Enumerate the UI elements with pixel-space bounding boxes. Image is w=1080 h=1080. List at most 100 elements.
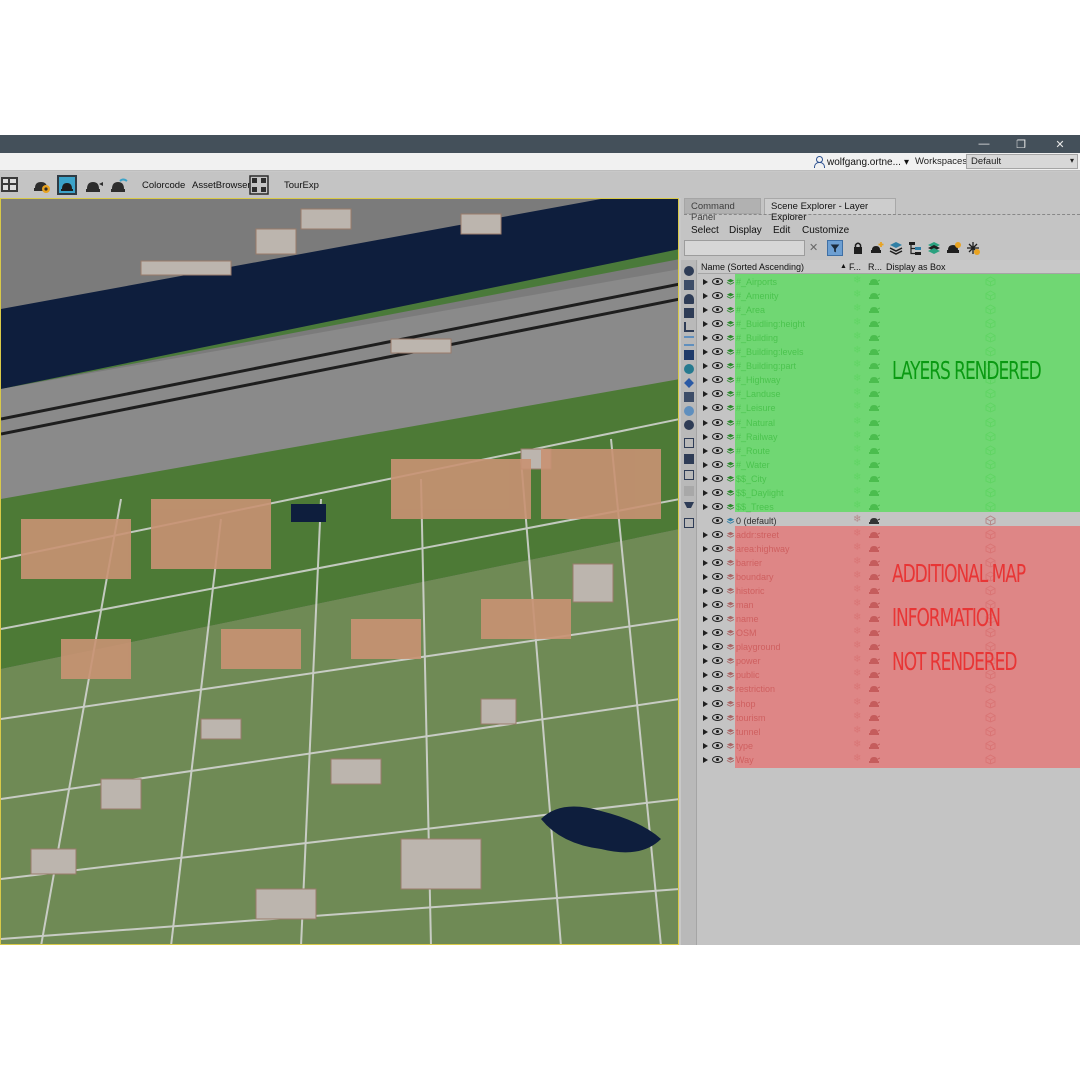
visibility-eye-icon[interactable]: [712, 404, 723, 412]
visibility-eye-icon[interactable]: [712, 530, 723, 538]
visibility-eye-icon[interactable]: [712, 671, 723, 679]
visibility-eye-icon[interactable]: [712, 615, 723, 623]
visibility-eye-icon[interactable]: [712, 727, 723, 735]
visibility-eye-icon[interactable]: [712, 713, 723, 721]
user-account-menu[interactable]: wolfgang.ortne... ▾: [813, 154, 909, 170]
expand-arrow-icon[interactable]: [703, 503, 708, 510]
expand-arrow-icon[interactable]: [703, 644, 708, 651]
expand-arrow-icon[interactable]: [703, 475, 708, 482]
render-frame-icon[interactable]: [0, 175, 20, 195]
visibility-eye-icon[interactable]: [712, 320, 723, 328]
layer-stack-icon[interactable]: [926, 240, 942, 256]
visibility-eye-icon[interactable]: [712, 306, 723, 314]
filter-icon[interactable]: [827, 240, 843, 256]
visibility-eye-icon[interactable]: [712, 446, 723, 454]
visibility-eye-icon[interactable]: [712, 544, 723, 552]
expand-arrow-icon[interactable]: [703, 279, 708, 285]
invert-filter-icon[interactable]: [684, 470, 694, 480]
expand-arrow-icon[interactable]: [703, 630, 708, 637]
layers-icon[interactable]: [888, 240, 904, 256]
expand-arrow-icon[interactable]: [703, 419, 708, 426]
rendered-frame-window-icon[interactable]: [57, 175, 77, 195]
expand-arrow-icon[interactable]: [703, 293, 708, 300]
expand-arrow-icon[interactable]: [703, 700, 708, 707]
visibility-eye-icon[interactable]: [712, 741, 723, 749]
close-button[interactable]: ✕: [1042, 135, 1078, 153]
visibility-eye-icon[interactable]: [712, 573, 723, 581]
freeze-icon[interactable]: [965, 240, 981, 256]
tab-command-panel[interactable]: Command Panel: [684, 198, 761, 223]
visibility-eye-icon[interactable]: [712, 587, 723, 595]
selection-set-icon[interactable]: [684, 518, 694, 528]
expand-arrow-icon[interactable]: [703, 335, 708, 342]
expand-arrow-icon[interactable]: [703, 349, 708, 356]
visibility-eye-icon[interactable]: [712, 292, 723, 300]
visibility-eye-icon[interactable]: [712, 348, 723, 356]
render-setup-icon[interactable]: [32, 175, 52, 195]
visibility-eye-icon[interactable]: [712, 629, 723, 637]
none-filter-icon[interactable]: [684, 454, 694, 464]
freeze-icon[interactable]: ❄: [853, 514, 861, 525]
expand-arrow-icon[interactable]: [703, 447, 708, 454]
visibility-eye-icon[interactable]: [712, 685, 723, 693]
column-freeze[interactable]: F...: [849, 262, 861, 272]
visibility-eye-icon[interactable]: [712, 657, 723, 665]
visibility-eye-icon[interactable]: [712, 699, 723, 707]
search-input[interactable]: [684, 240, 805, 256]
expand-arrow-icon[interactable]: [703, 588, 708, 595]
expand-arrow-icon[interactable]: [703, 714, 708, 721]
hidden-filter-icon[interactable]: [684, 420, 694, 430]
expand-arrow-icon[interactable]: [703, 560, 708, 566]
container-filter-icon[interactable]: [684, 392, 694, 402]
visibility-eye-icon[interactable]: [712, 334, 723, 342]
render-teapot-icon[interactable]: [868, 515, 880, 526]
expand-arrow-icon[interactable]: [703, 742, 708, 749]
helper-filter-icon[interactable]: [684, 322, 694, 332]
add-layer-icon[interactable]: [869, 240, 885, 256]
expand-arrow-icon[interactable]: [703, 658, 708, 665]
visibility-eye-icon[interactable]: [712, 516, 723, 524]
spacewarp-filter-icon[interactable]: [684, 336, 694, 346]
all-filter-icon[interactable]: [684, 438, 694, 448]
3d-viewport[interactable]: [0, 198, 679, 945]
expand-arrow-icon[interactable]: [703, 307, 708, 314]
close-icon[interactable]: ✕: [809, 241, 818, 254]
expand-arrow-icon[interactable]: [703, 405, 708, 412]
filter-icon[interactable]: [684, 502, 694, 512]
light-filter-icon[interactable]: [684, 294, 694, 304]
camera-filter-icon[interactable]: [684, 308, 694, 318]
group-filter-icon[interactable]: [684, 350, 694, 360]
column-display-as-box[interactable]: Display as Box: [886, 262, 946, 272]
render-production-icon[interactable]: [84, 175, 104, 195]
expand-arrow-icon[interactable]: [703, 433, 708, 440]
expand-arrow-icon[interactable]: [703, 672, 708, 679]
shape-filter-icon[interactable]: [684, 280, 694, 290]
expand-arrow-icon[interactable]: [703, 616, 708, 623]
expand-arrow-icon[interactable]: [703, 377, 708, 384]
expand-arrow-icon[interactable]: [703, 574, 708, 581]
xref-filter-icon[interactable]: [684, 364, 694, 374]
tab-scene-explorer[interactable]: Scene Explorer - Layer Explorer: [764, 198, 896, 223]
expand-arrow-icon[interactable]: [703, 756, 708, 763]
visibility-eye-icon[interactable]: [712, 390, 723, 398]
grid-tool-icon[interactable]: [249, 175, 269, 195]
tour-exp-button[interactable]: TourExp: [284, 180, 319, 191]
expand-arrow-icon[interactable]: [703, 489, 708, 496]
visibility-eye-icon[interactable]: [712, 278, 723, 285]
visibility-eye-icon[interactable]: [712, 474, 723, 482]
menu-edit[interactable]: Edit: [773, 225, 790, 236]
menu-display[interactable]: Display: [729, 225, 762, 236]
minimize-button[interactable]: —: [966, 135, 1002, 153]
expand-arrow-icon[interactable]: [703, 391, 708, 398]
expand-arrow-icon[interactable]: [703, 363, 708, 370]
expand-arrow-icon[interactable]: [703, 545, 708, 552]
column-render[interactable]: R...: [868, 262, 882, 272]
display-as-box-icon[interactable]: [985, 515, 996, 526]
render-activeshade-icon[interactable]: [109, 175, 129, 195]
expand-arrow-icon[interactable]: [703, 461, 708, 468]
expand-arrow-icon[interactable]: [703, 686, 708, 693]
visibility-eye-icon[interactable]: [712, 488, 723, 496]
visibility-eye-icon[interactable]: [712, 432, 723, 440]
lock-icon[interactable]: [850, 240, 866, 256]
visibility-eye-icon[interactable]: [712, 643, 723, 651]
